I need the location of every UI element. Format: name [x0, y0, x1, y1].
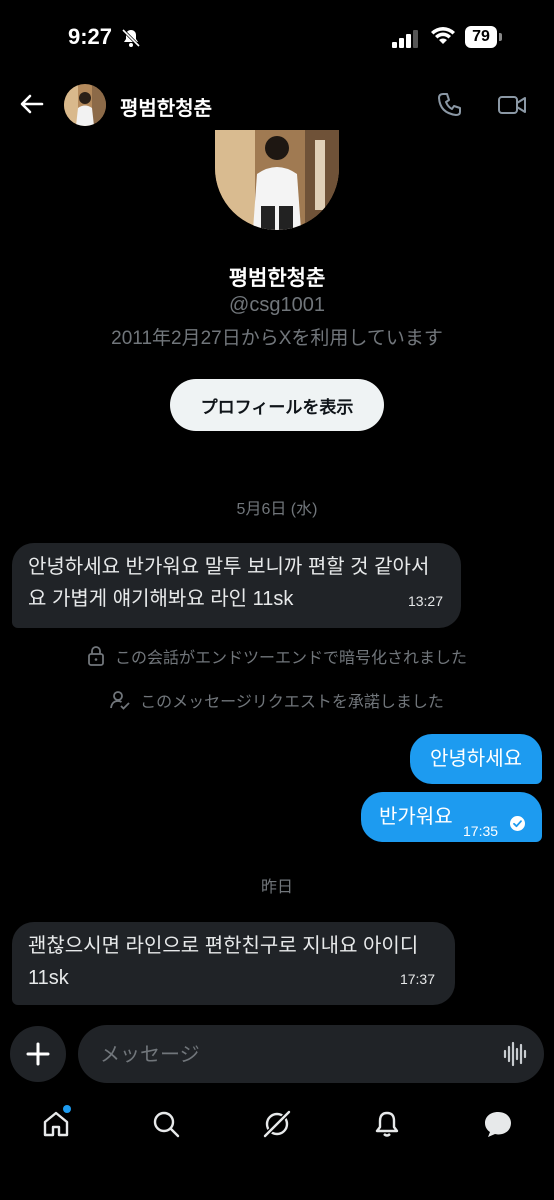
outgoing-message[interactable]: 반가워요 17:35 [361, 792, 542, 842]
wifi-icon [431, 27, 455, 44]
date-separator: 昨日 [260, 879, 293, 896]
profile-joined-date: 2011年2月27日からXを利用しています [111, 328, 443, 349]
home-icon [43, 1111, 69, 1137]
message-time: 13:27 [407, 593, 443, 609]
message-text: 안녕하세요 [430, 748, 522, 770]
plus-icon [26, 1042, 50, 1066]
date-separator: 5月6日 (水) [236, 501, 318, 518]
message-text-line: 11sk [28, 967, 69, 989]
profile-avatar[interactable] [215, 130, 339, 230]
header-username[interactable]: 평범한청춘 [120, 92, 212, 121]
bell-icon [375, 1111, 399, 1137]
message-text-line: 안녕하세요 반가워요 말투 보니까 편할 것 같아서 [28, 556, 430, 578]
status-time: 9:27 [68, 24, 113, 49]
incoming-message[interactable]: 안녕하세요 반가워요 말투 보니까 편할 것 같아서 요 가볍게 얘기해봐요 라… [12, 543, 461, 628]
outgoing-message[interactable]: 안녕하세요 [410, 734, 542, 784]
notification-dot [63, 1105, 71, 1113]
messages-icon [485, 1112, 511, 1137]
tab-notifications[interactable] [367, 1104, 407, 1144]
lock-icon [88, 646, 104, 666]
message-composer[interactable] [78, 1025, 544, 1085]
header-avatar[interactable] [64, 84, 106, 126]
bell-off-icon [121, 28, 141, 48]
cellular-signal-icon [392, 30, 418, 48]
tab-search[interactable] [146, 1104, 186, 1144]
back-arrow-icon[interactable] [18, 90, 46, 118]
search-icon [153, 1111, 180, 1138]
read-receipt-icon [510, 816, 525, 831]
encryption-notice-text: この会話がエンドツーエンドで暗号化されました [114, 650, 467, 667]
grok-icon [263, 1110, 291, 1138]
voice-waveform-icon[interactable] [502, 1041, 528, 1067]
profile-name: 평범한청춘 [228, 267, 326, 290]
encryption-notice: この会話がエンドツーエンドで暗号化されました [0, 644, 554, 668]
tab-messages[interactable] [478, 1104, 518, 1144]
message-input[interactable] [98, 1025, 482, 1085]
request-accepted-notice: このメッセージリクエストを承諾しました [0, 688, 554, 712]
request-accepted-text: このメッセージリクエストを承諾しました [140, 694, 444, 711]
battery-level: 79 [465, 26, 497, 48]
add-media-button[interactable] [10, 1026, 66, 1082]
message-text: 반가워요 [379, 806, 453, 828]
incoming-message[interactable]: 괜찮으시면 라인으로 편한친구로 지내요 아이디 11sk 17:37 [12, 922, 455, 1005]
view-profile-button[interactable]: プロフィールを表示 [170, 379, 384, 431]
profile-handle: @csg1001 [229, 294, 325, 316]
person-check-icon [110, 691, 130, 710]
phone-icon[interactable] [436, 90, 464, 118]
battery-indicator: 79 [465, 26, 503, 48]
message-time: 17:35 [463, 823, 499, 839]
tab-grok[interactable] [257, 1104, 297, 1144]
message-text-line: 요 가볍게 얘기해봐요 라인 11sk [28, 588, 294, 610]
message-time: 17:37 [399, 971, 435, 987]
video-call-icon[interactable] [497, 91, 527, 119]
message-text-line: 괜찮으시면 라인으로 편한친구로 지내요 아이디 [28, 935, 419, 957]
